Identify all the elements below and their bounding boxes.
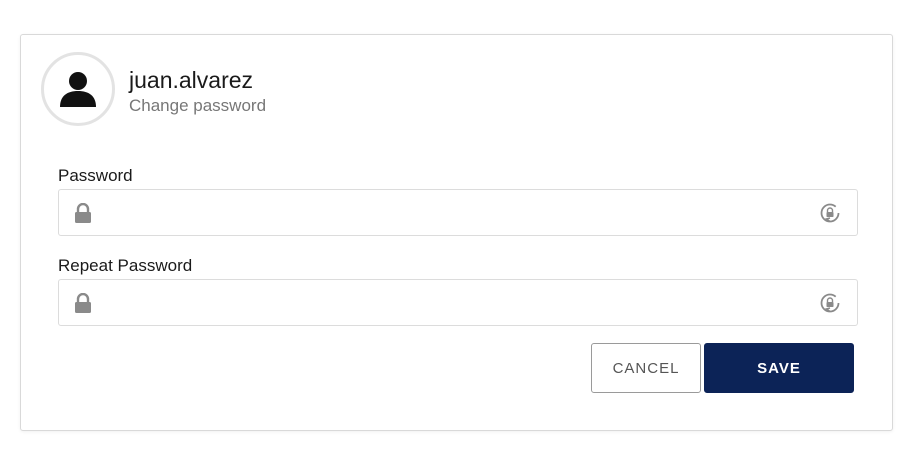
avatar — [41, 52, 115, 126]
lock-icon — [75, 293, 91, 313]
password-input[interactable] — [101, 190, 801, 235]
page-subtitle: Change password — [129, 96, 267, 115]
repeat-password-input[interactable] — [101, 280, 801, 325]
repeat-password-label: Repeat Password — [58, 256, 193, 275]
password-label: Password — [58, 166, 133, 185]
reveal-password-icon[interactable] — [819, 292, 841, 314]
cancel-button[interactable]: CANCEL — [591, 343, 701, 393]
username: juan.alvarez — [129, 67, 254, 93]
reveal-password-icon[interactable] — [819, 202, 841, 224]
save-button[interactable]: SAVE — [704, 343, 854, 393]
repeat-password-field — [58, 279, 858, 326]
user-silhouette-icon — [60, 72, 96, 107]
lock-icon — [75, 203, 91, 223]
change-password-card: juan.alvarez Change password Password Re… — [20, 34, 893, 431]
password-field — [58, 189, 858, 236]
